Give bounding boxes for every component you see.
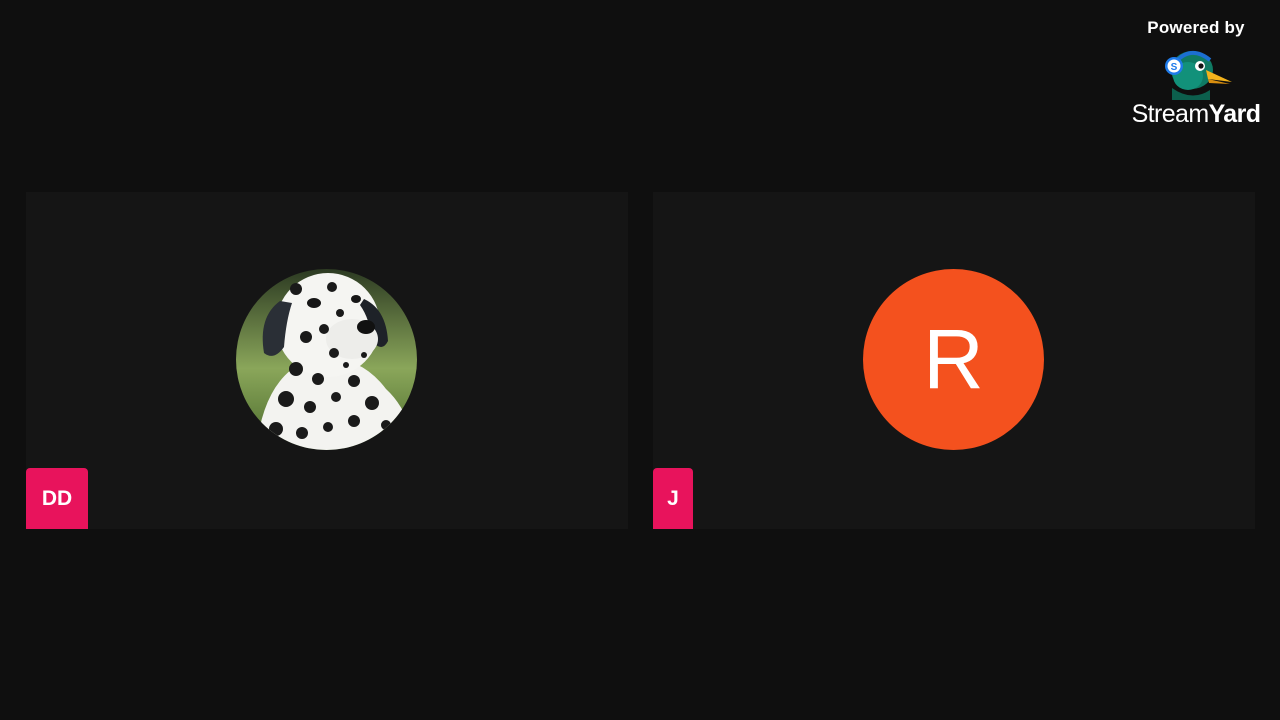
brand-name-bold: Yard — [1208, 100, 1261, 128]
streamyard-duck-logo-icon: S — [1162, 46, 1234, 100]
powered-by-label: Powered by — [1147, 18, 1245, 37]
logo-badge-letter: S — [1171, 62, 1178, 73]
powered-by-branding: Powered by S StreamYard — [1120, 18, 1272, 130]
participant-tile-j[interactable]: R J — [653, 192, 1255, 529]
stream-stage: Powered by S StreamYard DD R J — [0, 0, 1280, 720]
streamyard-wordmark: StreamYard — [1120, 100, 1272, 129]
name-tag-dd: DD — [26, 468, 88, 529]
brand-name-light: Stream — [1131, 100, 1210, 128]
name-tag-j: J — [653, 468, 693, 529]
initial-avatar: R — [863, 269, 1044, 450]
participant-tile-dd[interactable]: DD — [26, 192, 628, 529]
dalmatian-avatar-icon — [236, 269, 417, 450]
